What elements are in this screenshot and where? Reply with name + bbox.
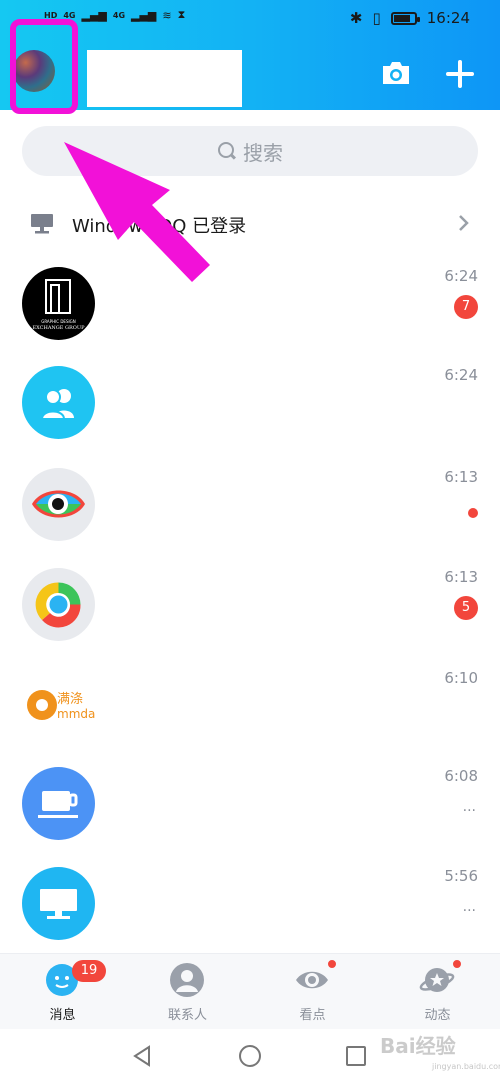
wifi-icon: ≋ [162,8,172,22]
planet-star-icon [419,968,455,992]
signal-icon-2: ▂▄▆ [131,8,157,22]
back-triangle-icon[interactable] [132,1045,152,1067]
pc-login-row[interactable]: Windows QQ 已登录 [0,200,500,248]
tab-label: 联系人 [167,1008,207,1023]
unread-badge: 5 [454,596,478,620]
clock: 16:24 [426,9,470,27]
hourglass-icon: ⧗ [177,8,186,21]
mmda-avatar: 满涤 mmda [22,669,95,742]
logo-text-1: GRAPHIC DESIGN [41,319,76,324]
watermark-text: Bai经验 [380,1034,456,1058]
logo-text-2: EXCHANGE GROUP [33,325,86,331]
desktop-icon [40,889,77,919]
tab-label: 看点 [299,1008,326,1023]
bottom-tab-bar: 19 消息 联系人 看点 动态 [0,953,500,1029]
search-bar[interactable]: 搜索 [22,126,478,176]
conversation-time: 6:24 [444,366,478,384]
qq-message-screen: HD 4G ▂▄▆ 4G ▂▄▆ ≋ ⧗ ✱ ▯ 16:24 搜索 Window… [0,0,500,1083]
tencent-news-avatar [22,568,95,641]
pc-device-avatar [22,867,95,940]
status-ellipsis: ... [462,899,476,915]
cup-icon [38,791,78,818]
group-people-icon [40,389,74,420]
tab-contacts[interactable]: 联系人 [125,954,250,1030]
signal-icon-1: ▂▄▆ [81,8,107,22]
group-avatar [22,366,95,439]
kandian-dot [326,958,338,970]
status-ellipsis: ... [462,799,476,815]
messages-badge: 19 [72,960,106,982]
tab-moments[interactable]: 动态 [375,954,500,1030]
conversation-time: 6:13 [444,568,478,586]
avatar-highlight-box [10,19,78,114]
tab-messages[interactable]: 19 消息 [0,954,125,1030]
blue-app-avatar [22,767,95,840]
kandian-avatar [22,468,95,541]
conversation-item[interactable]: 满涤 mmda 6:10 [0,669,500,767]
conversation-time: 6:13 [444,468,478,486]
nickname-redacted [87,50,242,107]
conversation-time: 5:56 [444,867,478,885]
design-group-logo-icon: GRAPHIC DESIGN EXCHANGE GROUP [33,279,86,331]
conversation-item[interactable]: GRAPHIC DESIGN EXCHANGE GROUP 6:24 7 [0,267,500,365]
search-icon [217,141,237,161]
eye-icon [296,971,328,989]
tab-kandian[interactable]: 看点 [250,954,375,1030]
unread-badge: 7 [454,295,478,319]
conversation-time: 6:08 [444,767,478,785]
group-logo-avatar: GRAPHIC DESIGN EXCHANGE GROUP [22,267,95,340]
battery-icon [390,11,420,25]
vibrate-icon: ▯ [372,9,381,27]
bluetooth-icon: ✱ [349,9,363,27]
conversation-time: 6:10 [444,669,478,687]
recents-square-icon[interactable] [346,1046,366,1066]
camera-icon[interactable] [381,60,411,86]
mmd-text-1: 满涤 [57,692,83,707]
home-circle-icon[interactable] [239,1045,261,1067]
mmd-text-2: mmda [57,707,95,721]
chevron-right-icon [459,215,469,231]
conversation-item[interactable]: 6:08 ... [0,767,500,865]
conversation-item[interactable]: 5:56 ... [0,867,500,965]
monitor-icon [31,214,53,234]
moments-dot [451,958,463,970]
unread-dot [468,508,478,518]
tab-label: 动态 [424,1008,451,1023]
network-label-2: 4G [112,10,126,20]
colorful-eye-icon [32,490,85,518]
conversation-item[interactable]: 6:13 [0,468,500,566]
conversation-time: 6:24 [444,267,478,285]
pc-login-text: Windows QQ 已登录 [72,216,247,237]
watermark-url: jingyan.baidu.com [432,1062,500,1071]
flower-logo-icon: 满涤 mmda [27,690,95,721]
conversation-item[interactable]: 6:13 5 [0,568,500,666]
tencent-news-icon [35,582,81,628]
status-right: ✱ ▯ 16:24 [350,9,470,27]
search-placeholder: 搜索 [243,140,283,165]
plus-icon[interactable] [445,59,475,89]
contact-person-icon [170,963,204,997]
tab-label: 消息 [49,1008,76,1023]
conversation-item[interactable]: 6:24 [0,366,500,464]
